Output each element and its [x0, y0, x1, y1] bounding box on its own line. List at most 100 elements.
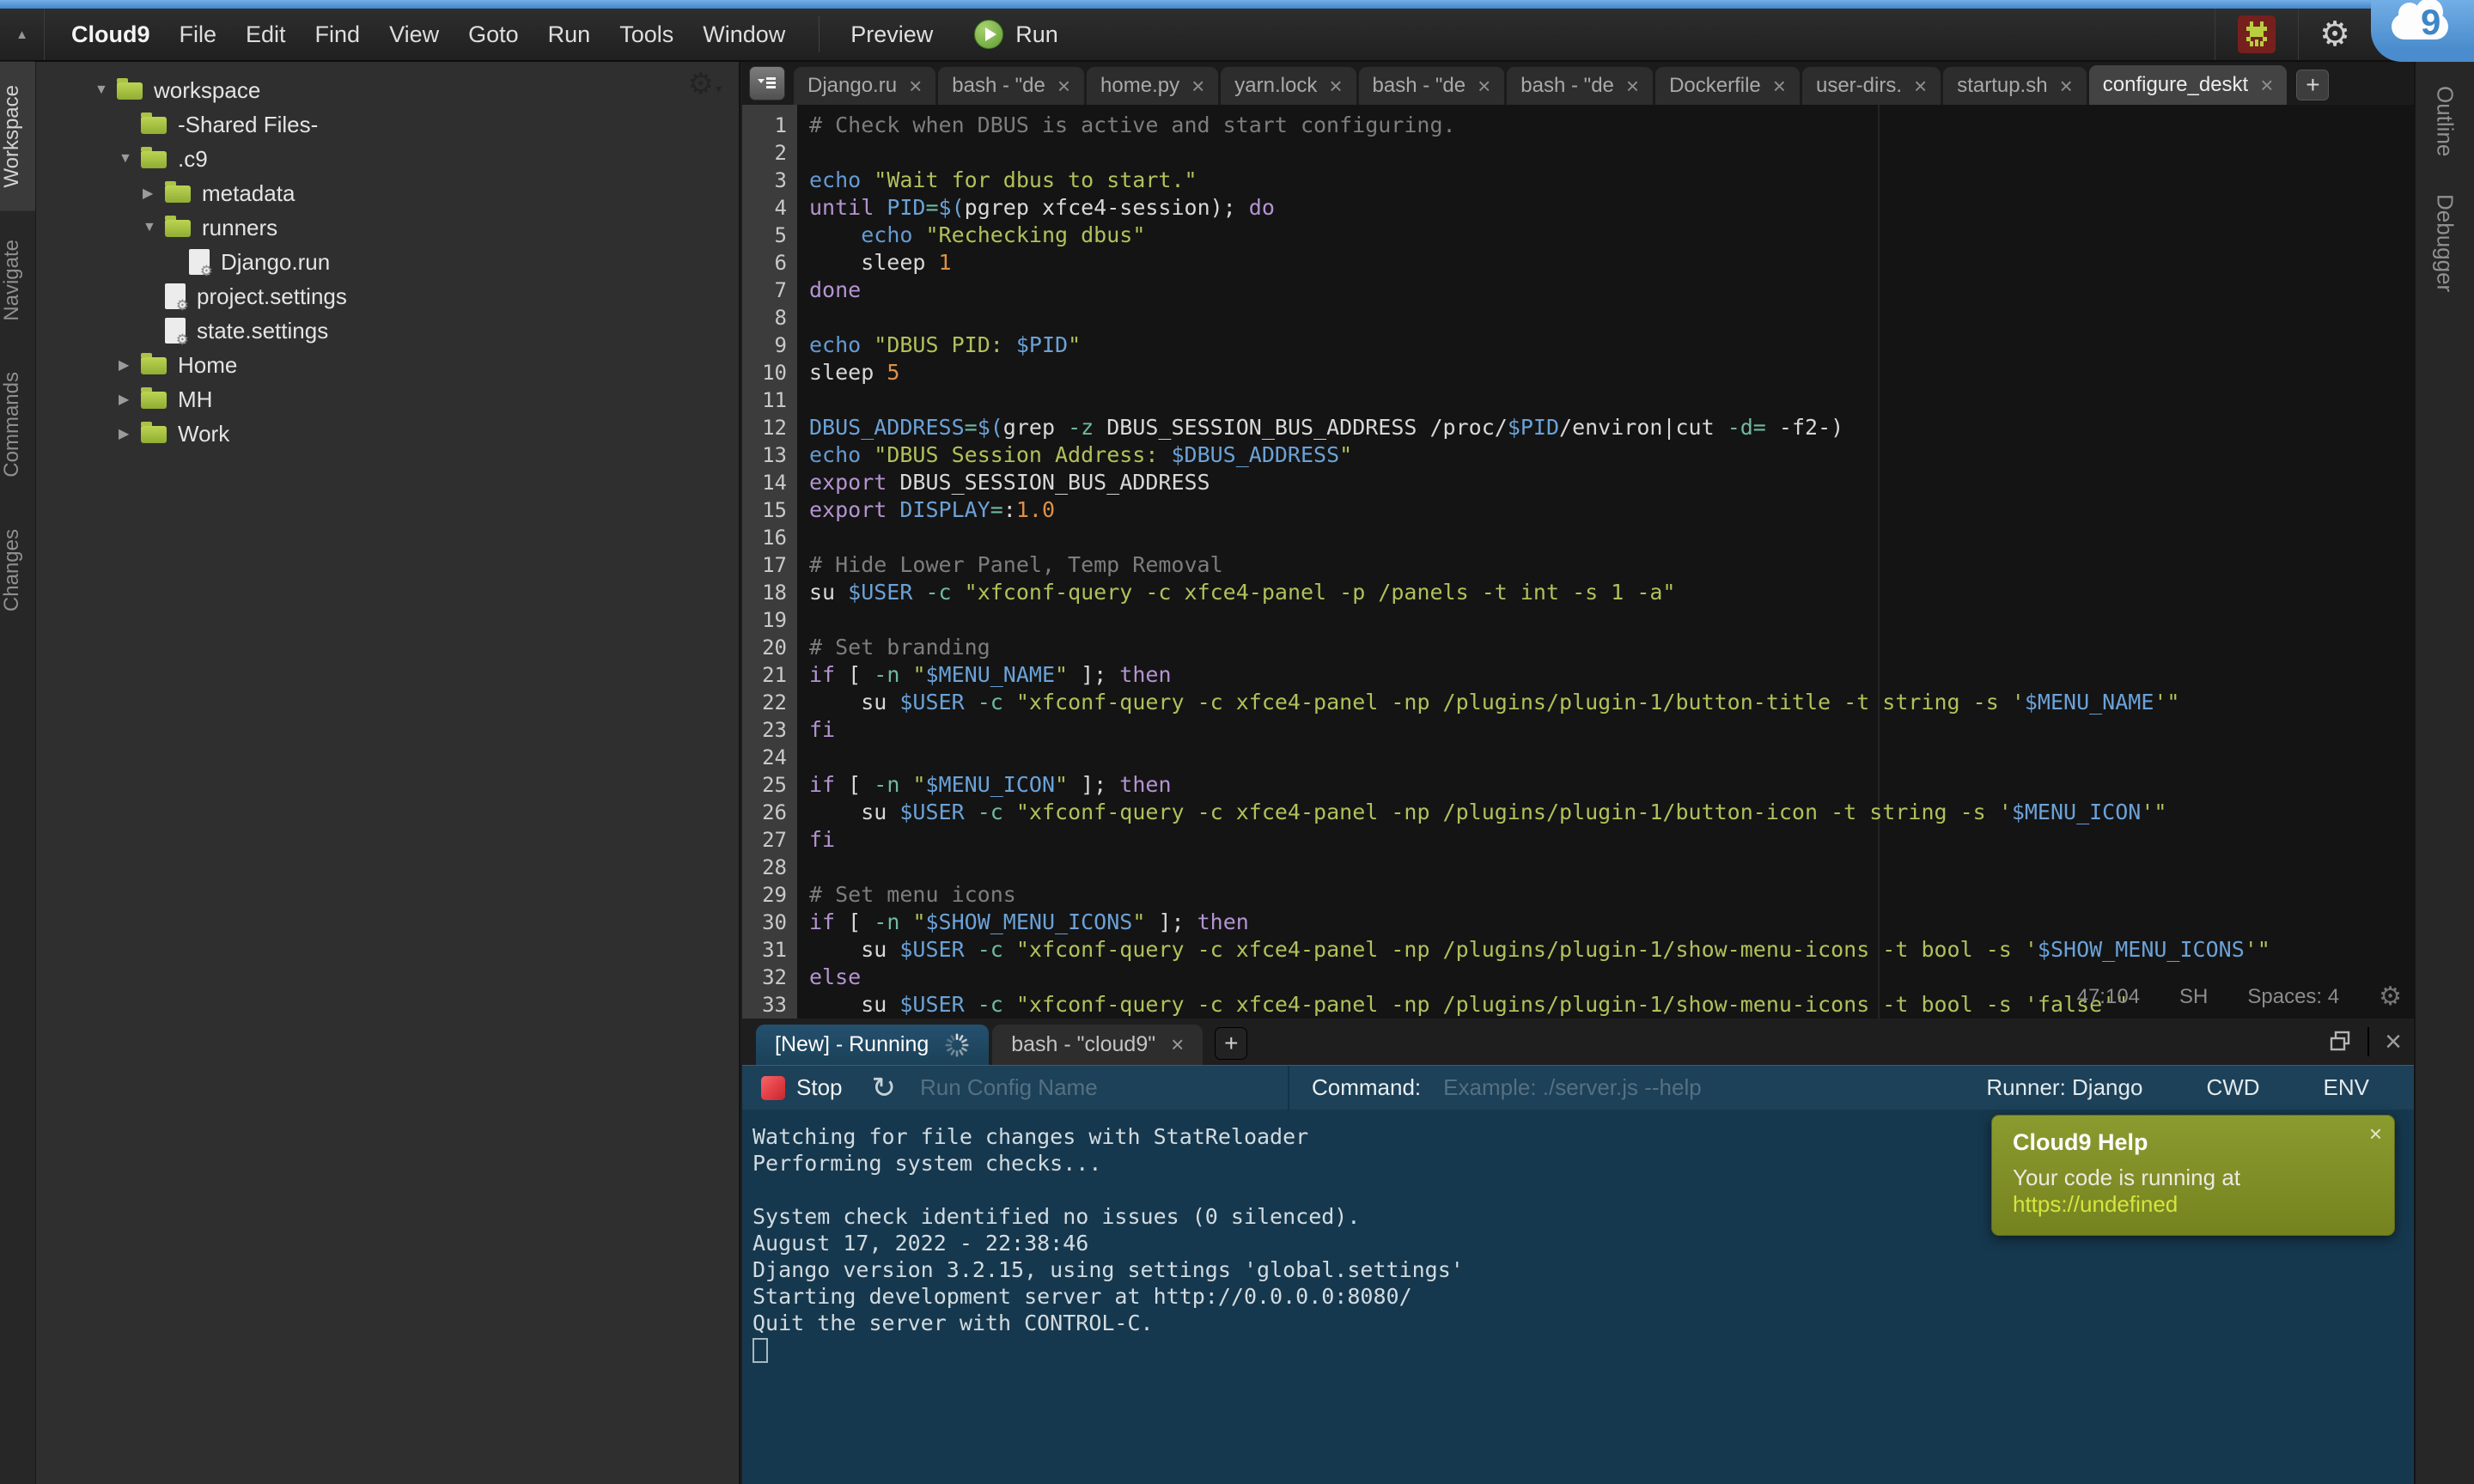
- disclosure-arrow-icon[interactable]: ▶: [143, 185, 165, 202]
- editor-tab-label: home.py: [1100, 74, 1179, 98]
- syntax-mode[interactable]: SH: [2179, 985, 2208, 1009]
- editor-tab-bash-de[interactable]: bash - "de ×: [1359, 67, 1505, 105]
- rail-tab-commands[interactable]: Commands: [0, 349, 35, 501]
- tree-item-shared-files[interactable]: -Shared Files-: [36, 107, 739, 142]
- disclosure-arrow-icon[interactable]: ▼: [94, 82, 117, 98]
- close-tab-icon[interactable]: ×: [2060, 77, 2073, 94]
- close-tab-icon[interactable]: ×: [1626, 77, 1639, 94]
- tree-item-work[interactable]: ▶Work: [36, 417, 739, 451]
- env-button[interactable]: ENV: [2324, 1074, 2369, 1101]
- workspace-file-tree: ⚙ ▾ ▼ workspace -Shared Files-▼.c9▶metadat…: [36, 62, 740, 1484]
- bug-report-button[interactable]: [2215, 15, 2298, 53]
- stop-button[interactable]: Stop: [761, 1074, 843, 1101]
- code-line: fi: [809, 716, 2414, 744]
- close-tab-icon[interactable]: ×: [1914, 77, 1927, 94]
- tree-item-c9[interactable]: ▼.c9: [36, 142, 739, 176]
- close-tab-icon[interactable]: ×: [1057, 77, 1070, 94]
- console-tab-running[interactable]: [New] - Running: [756, 1025, 989, 1065]
- runner-selector[interactable]: Runner: Django: [1986, 1074, 2142, 1101]
- code-line: su $USER -c "xfconf-query -c xfce4-panel…: [809, 936, 2414, 964]
- cwd-button[interactable]: CWD: [2206, 1074, 2259, 1101]
- line-number: 23: [742, 716, 787, 744]
- menu-collapse-button[interactable]: ▲: [0, 9, 45, 60]
- editor-tab-home-py[interactable]: home.py ×: [1087, 67, 1218, 105]
- rail-tab-changes[interactable]: Changes: [0, 506, 35, 635]
- rail-tab-outline[interactable]: Outline: [2432, 86, 2459, 156]
- close-tab-icon[interactable]: ×: [1478, 77, 1490, 94]
- tree-item-workspace[interactable]: ▼ workspace: [36, 73, 739, 107]
- code-line: [809, 386, 2414, 414]
- stop-icon: [761, 1076, 785, 1100]
- editor-tab-bash-de[interactable]: bash - "de×: [1507, 67, 1653, 105]
- editor-tab-user-dirs[interactable]: user-dirs.×: [1802, 67, 1941, 105]
- close-tab-icon[interactable]: ×: [909, 77, 922, 94]
- close-tab-icon[interactable]: ×: [1171, 1031, 1184, 1058]
- menu-item-window[interactable]: Window: [688, 15, 800, 55]
- command-input[interactable]: [1441, 1073, 1923, 1102]
- preferences-button[interactable]: ⚙: [2299, 15, 2371, 54]
- rail-tab-navigate[interactable]: Navigate: [0, 216, 35, 344]
- cloud9-help-popup: × Cloud9 Help Your code is running at ht…: [1991, 1115, 2395, 1236]
- close-tab-icon[interactable]: ×: [1191, 77, 1204, 94]
- run-config-name-input[interactable]: [918, 1073, 1279, 1102]
- line-number: 24: [742, 744, 787, 771]
- disclosure-arrow-icon[interactable]: ▶: [119, 356, 141, 374]
- tree-item-home[interactable]: ▶Home: [36, 348, 739, 382]
- restart-icon[interactable]: ↻: [872, 1071, 897, 1105]
- preview-button[interactable]: Preview: [838, 15, 945, 55]
- code-line: # Check when DBUS is active and start co…: [809, 112, 2414, 139]
- code-editor[interactable]: 1234567891011121314151617181920212223242…: [742, 105, 2414, 1019]
- tree-item-runners[interactable]: ▼runners: [36, 210, 739, 245]
- line-number: 12: [742, 414, 787, 441]
- close-panel-icon[interactable]: ×: [2385, 1029, 2402, 1055]
- tree-item-metadata[interactable]: ▶metadata: [36, 176, 739, 210]
- console-tab-bash[interactable]: bash - "cloud9" ×: [992, 1025, 1203, 1065]
- tab-list-button[interactable]: [749, 66, 785, 100]
- window-top-accent: [0, 0, 2474, 9]
- close-tab-icon[interactable]: ×: [2260, 76, 2273, 94]
- editor-tab-django-ru[interactable]: Django.ru×: [794, 67, 935, 105]
- code-content[interactable]: # Check when DBUS is active and start co…: [797, 105, 2414, 1019]
- run-button[interactable]: Run: [974, 15, 1062, 55]
- maximize-icon[interactable]: [2328, 1030, 2352, 1054]
- menu-item-tools[interactable]: Tools: [605, 15, 688, 55]
- disclosure-arrow-icon[interactable]: ▼: [119, 151, 141, 167]
- tree-item-django-run[interactable]: ⚙Django.run: [36, 245, 739, 279]
- indent-setting[interactable]: Spaces: 4: [2247, 985, 2339, 1009]
- new-tab-button[interactable]: +: [2296, 70, 2329, 100]
- new-console-tab-button[interactable]: +: [1215, 1027, 1247, 1060]
- cloud9-logo[interactable]: 9: [2371, 0, 2474, 62]
- menu-item-cloud9[interactable]: Cloud9: [57, 15, 165, 55]
- menu-item-edit[interactable]: Edit: [231, 15, 301, 55]
- disclosure-arrow-icon[interactable]: ▼: [143, 220, 165, 235]
- close-tab-icon[interactable]: ×: [1773, 77, 1786, 94]
- tree-item-mh[interactable]: ▶MH: [36, 382, 739, 417]
- editor-tab-bash-de[interactable]: bash - "de×: [938, 67, 1084, 105]
- line-number: 5: [742, 222, 787, 249]
- menubar: ▲ Cloud9FileEditFindViewGotoRunToolsWind…: [0, 9, 2474, 62]
- rail-tab-workspace[interactable]: Workspace: [0, 62, 35, 211]
- menu-item-file[interactable]: File: [165, 15, 232, 55]
- running-url-link[interactable]: https://undefined: [2013, 1191, 2178, 1217]
- editor-tab-label: bash - "de: [1373, 74, 1466, 98]
- tree-item-state-settings[interactable]: ⚙state.settings: [36, 313, 739, 348]
- tree-item-label: workspace: [154, 77, 260, 104]
- menu-item-run[interactable]: Run: [533, 15, 606, 55]
- close-tab-icon[interactable]: ×: [1329, 77, 1342, 94]
- menu-item-find[interactable]: Find: [301, 15, 375, 55]
- disclosure-arrow-icon[interactable]: ▶: [119, 391, 141, 408]
- line-number: 10: [742, 359, 787, 386]
- menu-item-view[interactable]: View: [375, 15, 454, 55]
- gear-icon[interactable]: ⚙: [2379, 982, 2402, 1012]
- tree-item-project-settings[interactable]: ⚙project.settings: [36, 279, 739, 313]
- menu-item-goto[interactable]: Goto: [454, 15, 533, 55]
- editor-tab-yarn-lock[interactable]: yarn.lock×: [1221, 67, 1356, 105]
- disclosure-arrow-icon[interactable]: ▶: [119, 425, 141, 442]
- rail-tab-debugger[interactable]: Debugger: [2432, 194, 2459, 292]
- cursor-position[interactable]: 47:104: [2077, 985, 2140, 1009]
- close-popup-icon[interactable]: ×: [2369, 1121, 2382, 1147]
- tree-settings-button[interactable]: ⚙ ▾: [687, 67, 722, 101]
- editor-tab-startup-sh[interactable]: startup.sh×: [1943, 67, 2087, 105]
- editor-tab-dockerfile[interactable]: Dockerfile×: [1655, 67, 1800, 105]
- editor-tab-configure-deskt[interactable]: configure_deskt×: [2089, 65, 2288, 105]
